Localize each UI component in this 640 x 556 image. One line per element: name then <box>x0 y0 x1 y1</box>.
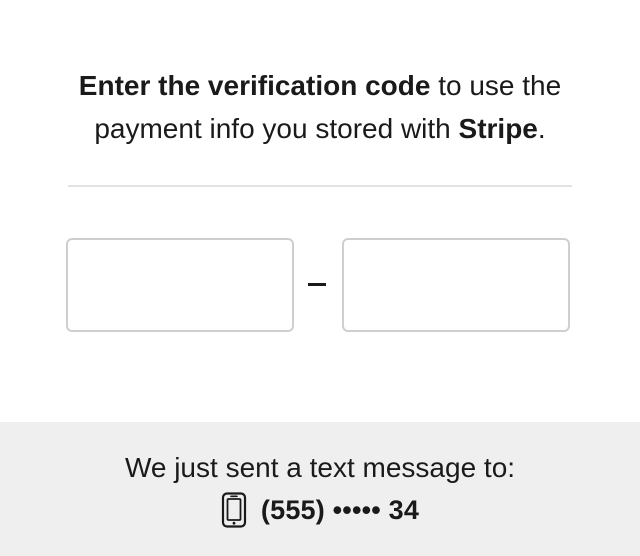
verification-heading: Enter the verification code to use the p… <box>40 64 600 150</box>
heading-divider <box>68 185 572 187</box>
code-group-second <box>342 238 570 332</box>
verification-card: Enter the verification code to use the p… <box>0 0 640 556</box>
masked-phone-number: (555) ••••• 34 <box>260 494 420 525</box>
phone-row: (555) ••••• 34 <box>0 490 640 530</box>
heading-end-punct: . <box>537 113 546 144</box>
heading-bold-lead: Enter the verification code <box>78 70 431 101</box>
sms-info-footer: We just sent a text message to: (555) ••… <box>0 422 640 556</box>
sms-sent-message: We just sent a text message to: <box>124 452 516 483</box>
verification-panel: Enter the verification code to use the p… <box>0 0 640 422</box>
code-separator <box>308 283 326 286</box>
heading-brand: Stripe <box>458 113 538 144</box>
mobile-phone-icon <box>221 492 247 528</box>
code-digit-4[interactable] <box>344 240 568 330</box>
code-digit-1[interactable] <box>68 240 292 330</box>
code-group-first <box>66 238 294 332</box>
